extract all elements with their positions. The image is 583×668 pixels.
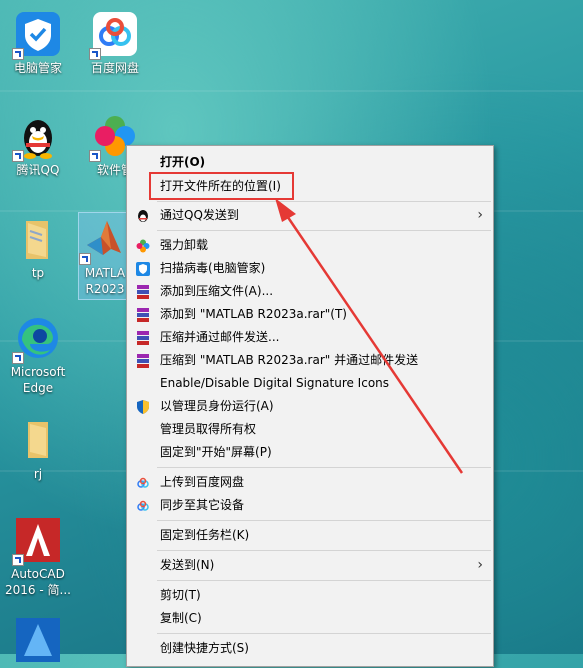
annotation-arrow <box>275 198 464 474</box>
